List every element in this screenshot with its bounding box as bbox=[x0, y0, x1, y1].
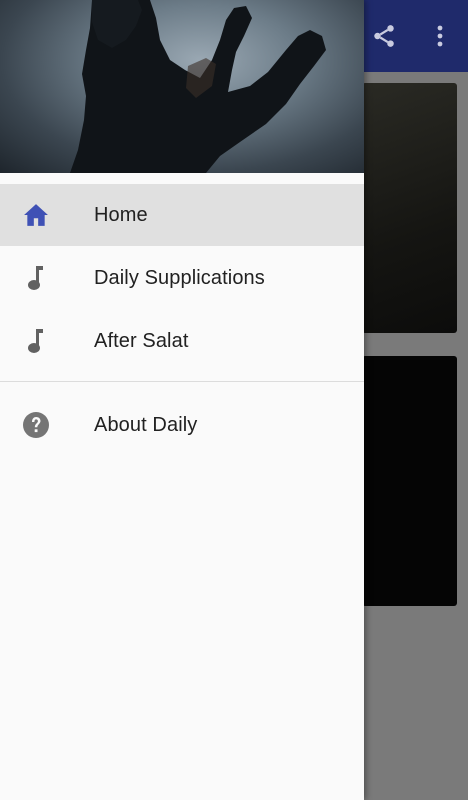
home-icon bbox=[22, 201, 50, 229]
nav-item-after-salat[interactable]: After Salat bbox=[0, 310, 364, 372]
header-spacer bbox=[0, 173, 364, 183]
nav-item-home[interactable]: Home bbox=[0, 184, 364, 246]
help-icon bbox=[22, 411, 50, 439]
nav-item-daily-supplications[interactable]: Daily Supplications bbox=[0, 247, 364, 309]
divider bbox=[0, 381, 364, 382]
share-icon[interactable] bbox=[368, 20, 400, 52]
nav-item-label: About Daily bbox=[94, 413, 198, 436]
more-options-icon[interactable] bbox=[424, 20, 456, 52]
nav-item-about-daily[interactable]: About Daily bbox=[0, 394, 364, 456]
navigation-drawer: Home Daily Supplications After Salat Abo… bbox=[0, 0, 364, 800]
nav-item-label: Daily Supplications bbox=[94, 266, 265, 289]
music-note-icon bbox=[22, 264, 50, 292]
nav-item-label: Home bbox=[94, 203, 148, 226]
music-note-icon bbox=[22, 327, 50, 355]
content-card[interactable] bbox=[362, 356, 457, 606]
drawer-header-image bbox=[0, 0, 364, 173]
nav-item-label: After Salat bbox=[94, 329, 189, 352]
content-card[interactable] bbox=[362, 83, 457, 333]
